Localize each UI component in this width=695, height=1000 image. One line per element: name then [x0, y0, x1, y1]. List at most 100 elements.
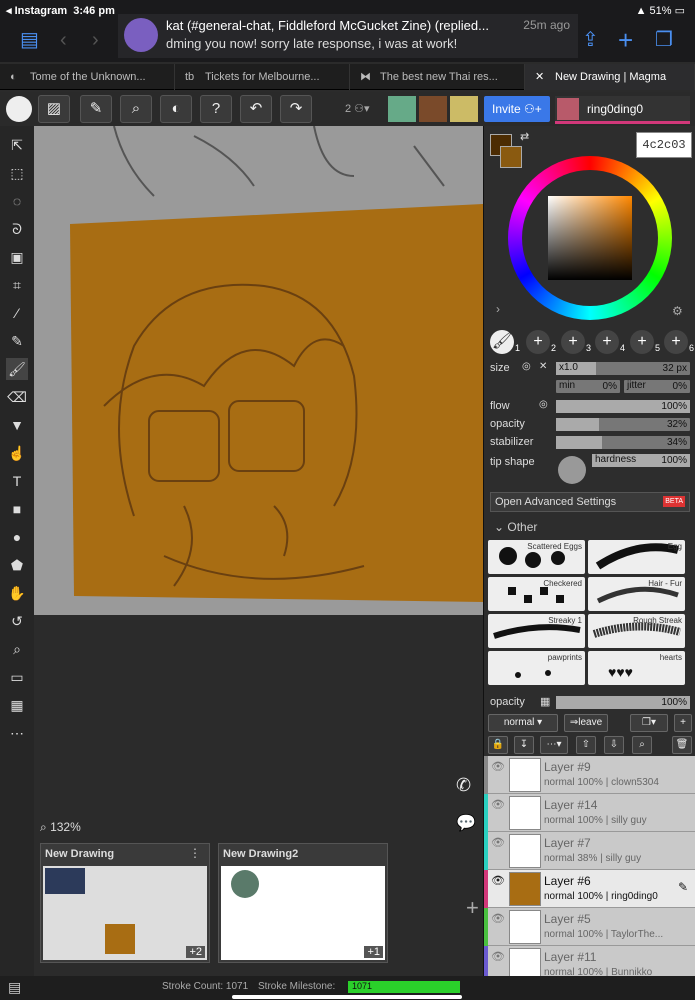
eye-icon[interactable]: 👁	[491, 874, 505, 887]
brush-preset[interactable]: pawprints	[488, 651, 585, 685]
transform-icon[interactable]: ▣	[6, 246, 28, 268]
layer-row[interactable]: 👁 Layer #7 normal 38% | silly guy	[484, 832, 695, 870]
document-thumbnail[interactable]: New Drawing ⋮ +2	[40, 843, 210, 963]
brush-preset[interactable]: Rough Streak	[588, 614, 685, 648]
call-icon[interactable]: ✆	[456, 775, 471, 796]
download-icon[interactable]: ⇩	[604, 736, 624, 754]
rotate-icon[interactable]: ↺	[6, 610, 28, 632]
tab-thai[interactable]: ⧓ The best new Thai res...	[350, 64, 525, 90]
fill-icon[interactable]: ▼	[6, 414, 28, 436]
tabs-overview-icon[interactable]: ❐	[655, 30, 677, 50]
merge-icon[interactable]: ↧	[514, 736, 534, 754]
stabilizer-slider[interactable]: 34%	[556, 436, 690, 449]
rect-select-icon[interactable]: ⬚	[6, 162, 28, 184]
text-icon[interactable]: T	[6, 470, 28, 492]
eraser-icon[interactable]: ⌫	[6, 386, 28, 408]
layer-row[interactable]: 👁 Layer #14 normal 100% | silly guy	[484, 794, 695, 832]
chat-icon[interactable]: 💬	[456, 813, 476, 833]
user-avatar[interactable]	[388, 96, 416, 122]
brush-slot[interactable]: 🖌 1	[490, 330, 520, 354]
color-picker-icon[interactable]: ◐	[160, 95, 192, 123]
notification-banner[interactable]: kat (#general-chat, Fiddleford McGucket …	[118, 14, 578, 58]
brush-preset[interactable]: ♥♥♥ hearts	[588, 651, 685, 685]
more-icon[interactable]: ⋯	[6, 722, 28, 744]
lasso-icon[interactable]: ᘐ	[6, 218, 28, 240]
layer-list[interactable]: 👁 Layer #9 normal 100% | clown5304 👁 Layer …	[484, 756, 695, 976]
eye-icon[interactable]: 👁	[491, 950, 505, 963]
eyedropper-icon[interactable]: ⁄	[6, 302, 28, 324]
hue-ring[interactable]	[508, 156, 672, 320]
user-avatar[interactable]	[450, 96, 478, 122]
upload-icon[interactable]: ⇧	[576, 736, 596, 754]
close-icon[interactable]: ✕	[539, 361, 547, 372]
help-icon[interactable]: ?	[200, 95, 232, 123]
advanced-settings-button[interactable]: Open Advanced Settings BETA	[490, 492, 690, 512]
lock-alpha-icon[interactable]: ▦	[540, 695, 550, 708]
expand-icon[interactable]: ›	[496, 302, 500, 316]
size-slider[interactable]: x1.0 32 px	[556, 362, 690, 375]
user-count[interactable]: 2 ⚇▾	[345, 102, 370, 115]
drawing-canvas[interactable]	[34, 126, 483, 615]
add-layer-icon[interactable]: +	[674, 714, 692, 732]
pressure-icon[interactable]: ◎	[522, 361, 531, 372]
ellipse-select-icon[interactable]: ◌	[6, 190, 28, 212]
brush-category[interactable]: ⌄ Other	[494, 520, 537, 534]
shape-icon[interactable]: ⬟	[6, 554, 28, 576]
pencil-icon[interactable]: ✎	[80, 95, 112, 123]
more-icon[interactable]: ⋯▾	[540, 736, 568, 754]
brush-slot[interactable]: +5	[630, 330, 660, 354]
brush-preset[interactable]: Hair - Fur	[588, 577, 685, 611]
brush-preset[interactable]: Scattered Eggs	[488, 540, 585, 574]
crop-icon[interactable]: ⌗	[6, 274, 28, 296]
jitter-slider[interactable]: jitter 0%	[624, 380, 690, 393]
blend-mode-select[interactable]: normal ▾	[488, 714, 558, 732]
circle-icon[interactable]: ●	[6, 526, 28, 548]
lock-icon[interactable]: 🔒	[488, 736, 508, 754]
pencil-icon[interactable]: ✎	[6, 330, 28, 352]
layer-row[interactable]: 👁 Layer #9 normal 100% | clown5304	[484, 756, 695, 794]
magma-logo-icon[interactable]	[6, 96, 32, 122]
leave-button[interactable]: ⇒leave	[564, 714, 608, 732]
forward-icon[interactable]: ›	[92, 30, 114, 50]
swap-icon[interactable]: ⇄	[520, 130, 529, 143]
user-avatar[interactable]	[419, 96, 447, 122]
zoom-level[interactable]: ⌕ 132%	[40, 820, 81, 835]
grid-icon[interactable]: ▦	[6, 694, 28, 716]
brush-slot[interactable]: +6	[664, 330, 694, 354]
min-slider[interactable]: min 0%	[556, 380, 620, 393]
hardness-slider[interactable]: hardness 100%	[592, 454, 690, 467]
hand-icon[interactable]: ✋	[6, 582, 28, 604]
back-icon[interactable]: ‹	[60, 30, 82, 50]
brush-icon[interactable]: 🖌	[6, 358, 28, 380]
tab-magma[interactable]: ✕ New Drawing | Magma	[525, 64, 695, 90]
undo-icon[interactable]: ↶	[240, 95, 272, 123]
layer-row[interactable]: 👁 Layer #5 normal 100% | TaylorThe...	[484, 908, 695, 946]
brush-slot[interactable]: +3	[561, 330, 591, 354]
pressure-icon[interactable]: ◎	[539, 399, 548, 410]
duplicate-icon[interactable]: ❐▾	[630, 714, 668, 732]
add-document-icon[interactable]: +	[466, 895, 479, 921]
eye-icon[interactable]: 👁	[491, 760, 505, 773]
brush-preset[interactable]: Checkered	[488, 577, 585, 611]
current-user[interactable]: ring0ding0	[555, 96, 690, 124]
redo-icon[interactable]: ↷	[280, 95, 312, 123]
secondary-color-swatch[interactable]	[500, 146, 522, 168]
filmstrip-icon[interactable]: ▤	[8, 979, 21, 996]
hex-input[interactable]: 4c2c03	[636, 132, 692, 158]
layer-row[interactable]: 👁 Layer #11 normal 100% | Bunnikko	[484, 946, 695, 976]
back-to-app[interactable]: ◂ Instagram 3:46 pm	[6, 4, 115, 17]
image-icon[interactable]: ▨	[38, 95, 70, 123]
tip-shape-preview[interactable]	[558, 456, 586, 484]
layer-opacity-slider[interactable]: 100%	[556, 696, 690, 709]
trash-icon[interactable]: 🗑	[672, 736, 692, 754]
rectangle-icon[interactable]: ■	[6, 498, 28, 520]
brush-preset[interactable]: Egg	[588, 540, 685, 574]
tab-tickets[interactable]: tb Tickets for Melbourne...	[175, 64, 350, 90]
smudge-icon[interactable]: ☝	[6, 442, 28, 464]
gear-icon[interactable]: ⚙	[672, 304, 683, 318]
select-icon[interactable]: ⇱	[6, 134, 28, 156]
brush-slot[interactable]: +4	[595, 330, 625, 354]
new-tab-icon[interactable]: +	[618, 27, 640, 53]
more-icon[interactable]: ⋮	[189, 846, 201, 860]
invite-button[interactable]: Invite ⚇+	[484, 96, 550, 122]
